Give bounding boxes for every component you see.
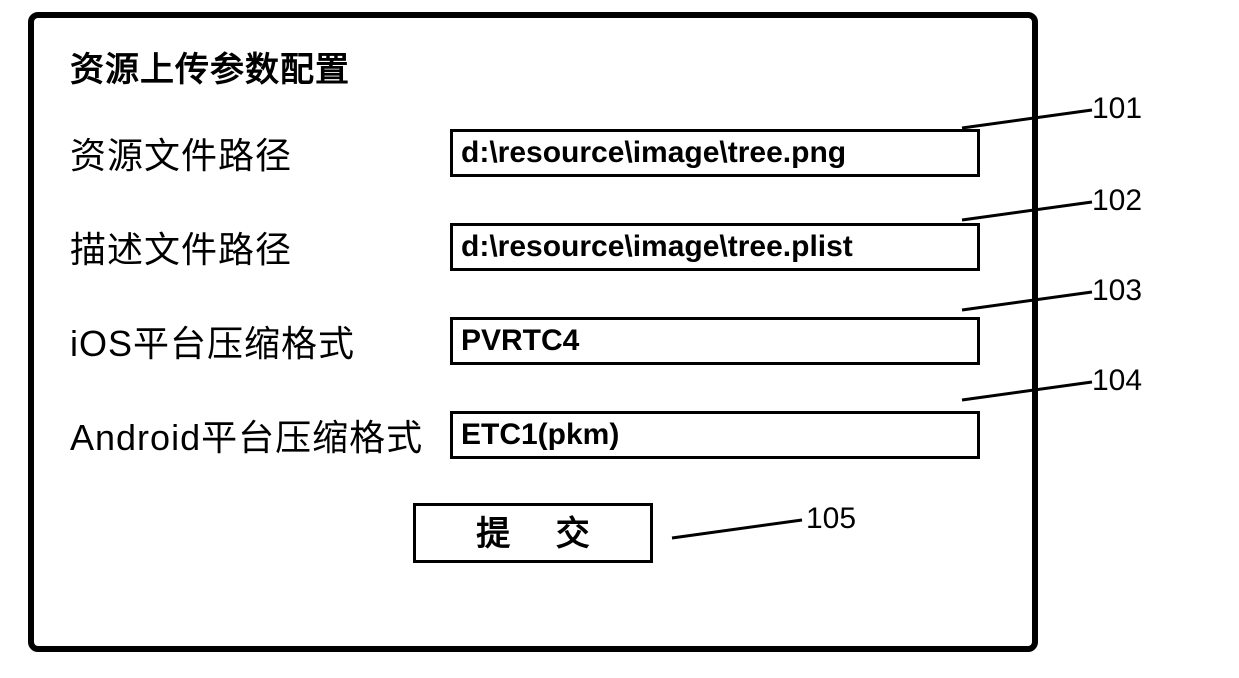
- callout-102: 102: [1092, 184, 1142, 218]
- upload-config-dialog: 资源上传参数配置 资源文件路径 描述文件路径 iOS平台压缩格式 Android…: [28, 12, 1038, 652]
- callout-105: 105: [806, 502, 856, 536]
- submit-row: 提 交: [70, 503, 996, 563]
- input-desc-path[interactable]: [450, 223, 980, 271]
- input-resource-path[interactable]: [450, 129, 980, 177]
- submit-button[interactable]: 提 交: [413, 503, 653, 563]
- label-ios-format: iOS平台压缩格式: [70, 315, 450, 367]
- canvas: 资源上传参数配置 资源文件路径 描述文件路径 iOS平台压缩格式 Android…: [0, 0, 1239, 678]
- row-resource-path: 资源文件路径: [70, 127, 996, 179]
- input-android-format[interactable]: [450, 411, 980, 459]
- input-ios-format[interactable]: [450, 317, 980, 365]
- callout-101: 101: [1092, 92, 1142, 126]
- row-desc-path: 描述文件路径: [70, 221, 996, 273]
- callout-104: 104: [1092, 364, 1142, 398]
- row-ios-format: iOS平台压缩格式: [70, 315, 996, 367]
- row-android-format: Android平台压缩格式: [70, 409, 996, 461]
- label-android-format: Android平台压缩格式: [70, 409, 450, 461]
- callout-103: 103: [1092, 274, 1142, 308]
- dialog-title: 资源上传参数配置: [70, 42, 996, 91]
- label-resource-path: 资源文件路径: [70, 127, 450, 179]
- label-desc-path: 描述文件路径: [70, 221, 450, 273]
